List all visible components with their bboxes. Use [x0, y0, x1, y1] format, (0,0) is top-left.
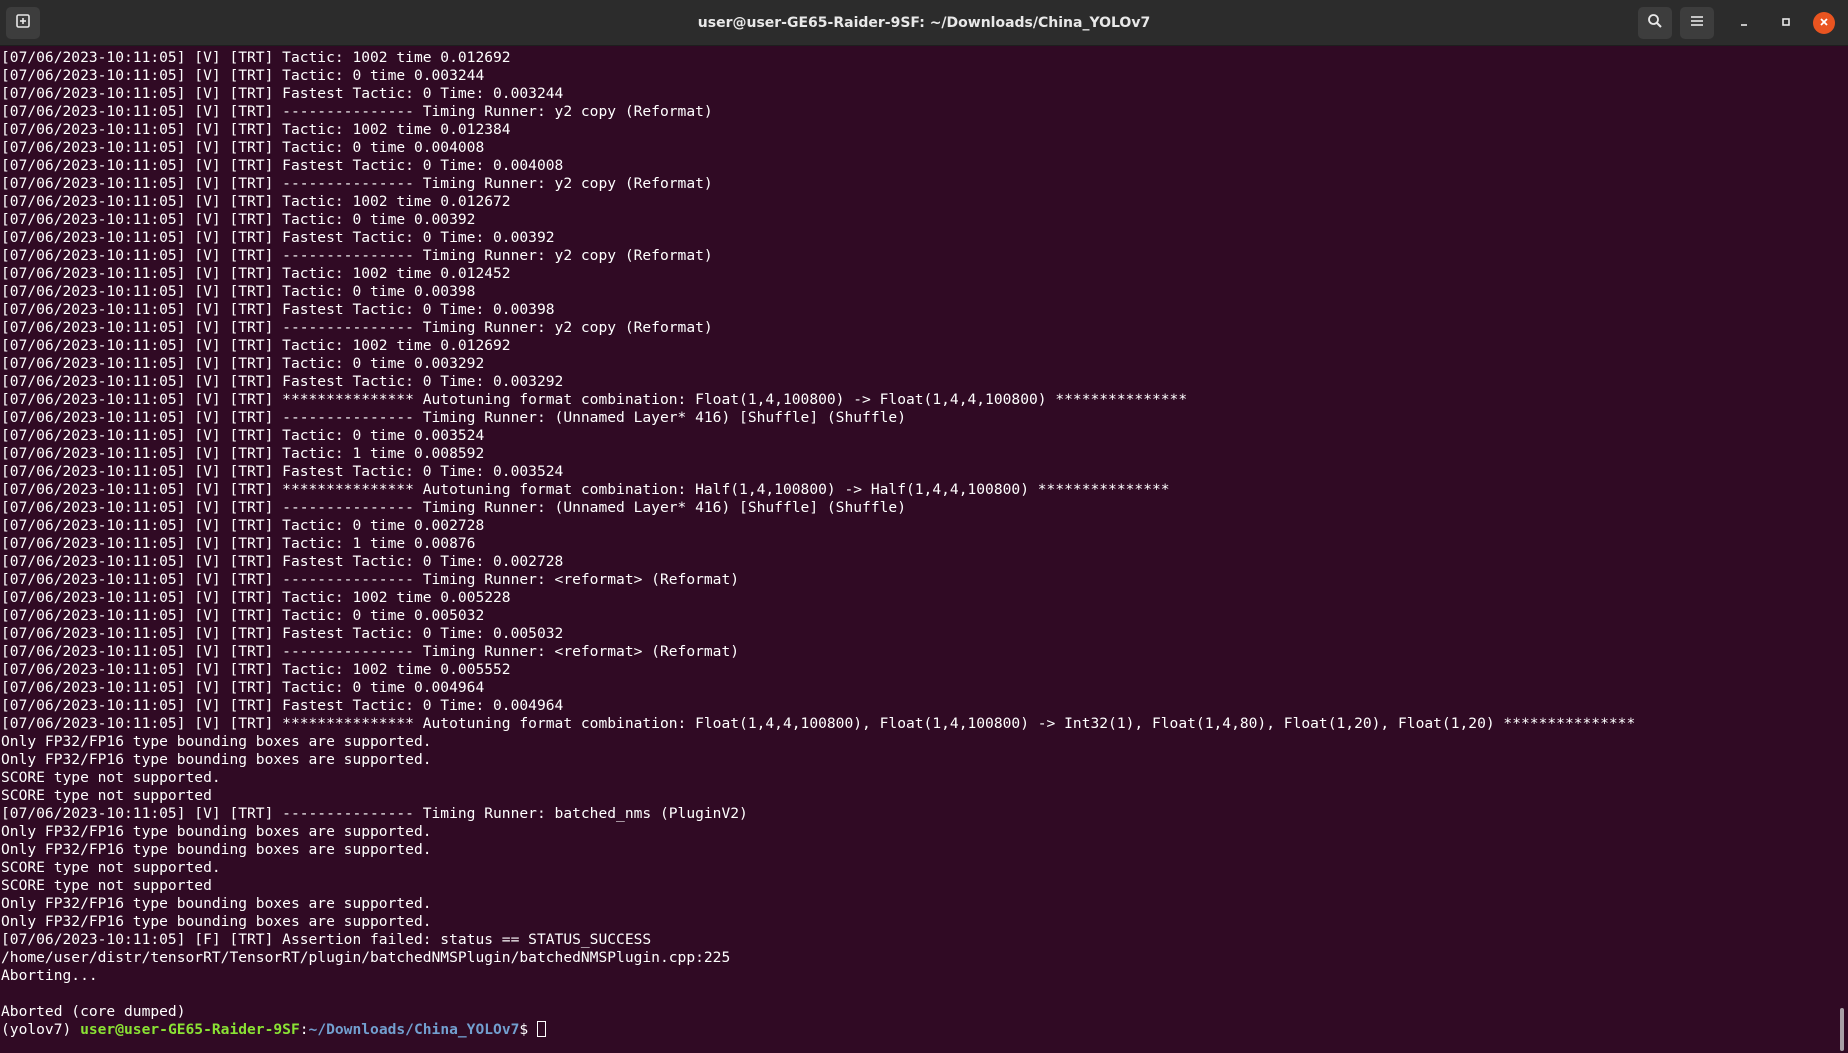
terminal-line: [07/06/2023-10:11:05] [V] [TRT] --------… — [1, 805, 748, 822]
terminal-line: [07/06/2023-10:11:05] [V] [TRT] Fastest … — [1, 229, 555, 246]
menu-button[interactable] — [1680, 7, 1714, 39]
terminal-line: [07/06/2023-10:11:05] [V] [TRT] ********… — [1, 481, 1170, 498]
terminal-line: [07/06/2023-10:11:05] [V] [TRT] Tactic: … — [1, 355, 485, 372]
terminal-line: [07/06/2023-10:11:05] [V] [TRT] Tactic: … — [1, 49, 511, 66]
terminal-line: [07/06/2023-10:11:05] [V] [TRT] Tactic: … — [1, 427, 485, 444]
terminal-line: Only FP32/FP16 type bounding boxes are s… — [1, 733, 432, 750]
prompt-user-host: user@user-GE65-Raider-9SF — [80, 1021, 300, 1038]
terminal-line: [07/06/2023-10:11:05] [V] [TRT] Tactic: … — [1, 337, 511, 354]
terminal-line: [07/06/2023-10:11:05] [V] [TRT] ********… — [1, 715, 1636, 732]
terminal-line: Only FP32/FP16 type bounding boxes are s… — [1, 823, 432, 840]
terminal-line: [07/06/2023-10:11:05] [V] [TRT] --------… — [1, 247, 713, 264]
terminal-line: [07/06/2023-10:11:05] [V] [TRT] Fastest … — [1, 157, 564, 174]
terminal-line: Aborted (core dumped) — [1, 1003, 186, 1020]
terminal-line: SCORE type not supported. — [1, 769, 221, 786]
terminal-line: [07/06/2023-10:11:05] [V] [TRT] Fastest … — [1, 625, 564, 642]
prompt-path: ~/Downloads/China_YOLOv7 — [308, 1021, 520, 1038]
terminal-line: [07/06/2023-10:11:05] [V] [TRT] --------… — [1, 571, 740, 588]
terminal-line: [07/06/2023-10:11:05] [V] [TRT] Tactic: … — [1, 517, 485, 534]
prompt-line[interactable]: (yolov7) user@user-GE65-Raider-9SF:~/Dow… — [0, 1021, 1836, 1039]
terminal-line: [07/06/2023-10:11:05] [V] [TRT] --------… — [1, 409, 906, 426]
terminal-window: user@user-GE65-Raider-9SF: ~/Downloads/C… — [0, 0, 1848, 1053]
terminal-line: [07/06/2023-10:11:05] [V] [TRT] Fastest … — [1, 85, 564, 102]
maximize-button[interactable] — [1772, 9, 1800, 37]
terminal-line: SCORE type not supported — [1, 877, 212, 894]
terminal-line: Only FP32/FP16 type bounding boxes are s… — [1, 841, 432, 858]
terminal-line: [07/06/2023-10:11:05] [V] [TRT] Tactic: … — [1, 265, 511, 282]
terminal-line: Only FP32/FP16 type bounding boxes are s… — [1, 913, 432, 930]
terminal-line: [07/06/2023-10:11:05] [V] [TRT] Fastest … — [1, 373, 564, 390]
scrollbar[interactable] — [1840, 1008, 1844, 1051]
terminal-line: [07/06/2023-10:11:05] [V] [TRT] Tactic: … — [1, 211, 476, 228]
minimize-button[interactable] — [1730, 9, 1758, 37]
terminal-line: [07/06/2023-10:11:05] [V] [TRT] Tactic: … — [1, 589, 511, 606]
title-bar[interactable]: user@user-GE65-Raider-9SF: ~/Downloads/C… — [0, 0, 1848, 46]
terminal-line: [07/06/2023-10:11:05] [V] [TRT] Tactic: … — [1, 679, 485, 696]
minimize-icon — [1739, 14, 1749, 32]
terminal-line: /home/user/distr/tensorRT/TensorRT/plugi… — [1, 949, 731, 966]
terminal-output: [07/06/2023-10:11:05] [V] [TRT] Tactic: … — [0, 46, 1836, 1021]
terminal-line: [07/06/2023-10:11:05] [V] [TRT] --------… — [1, 319, 713, 336]
prompt-symbol: $ — [519, 1021, 529, 1038]
close-icon — [1819, 14, 1829, 32]
text-cursor — [537, 1021, 547, 1037]
window-title: user@user-GE65-Raider-9SF: ~/Downloads/C… — [697, 15, 1151, 31]
terminal-line: [07/06/2023-10:11:05] [V] [TRT] Tactic: … — [1, 67, 485, 84]
terminal-line: [07/06/2023-10:11:05] [V] [TRT] --------… — [1, 499, 906, 516]
prompt-separator: : — [299, 1021, 309, 1038]
terminal-line: Aborting... — [1, 967, 98, 984]
terminal-line: SCORE type not supported. — [1, 859, 221, 876]
terminal-line: [07/06/2023-10:11:05] [V] [TRT] Tactic: … — [1, 139, 485, 156]
terminal-line: Only FP32/FP16 type bounding boxes are s… — [1, 895, 432, 912]
terminal-line: [07/06/2023-10:11:05] [V] [TRT] --------… — [1, 175, 713, 192]
terminal-line: SCORE type not supported — [1, 787, 212, 804]
terminal-output-area[interactable]: [07/06/2023-10:11:05] [V] [TRT] Tactic: … — [0, 46, 1836, 1053]
terminal-line: [07/06/2023-10:11:05] [V] [TRT] Tactic: … — [1, 283, 476, 300]
close-button[interactable] — [1810, 9, 1838, 37]
search-button[interactable] — [1638, 7, 1672, 39]
terminal-line: [07/06/2023-10:11:05] [V] [TRT] Fastest … — [1, 463, 564, 480]
terminal-line: [07/06/2023-10:11:05] [F] [TRT] Assertio… — [1, 931, 652, 948]
terminal-line: [07/06/2023-10:11:05] [V] [TRT] Fastest … — [1, 553, 564, 570]
terminal-line: [07/06/2023-10:11:05] [V] [TRT] Tactic: … — [1, 193, 511, 210]
terminal-line: [07/06/2023-10:11:05] [V] [TRT] --------… — [1, 103, 713, 120]
terminal-line: [07/06/2023-10:11:05] [V] [TRT] Tactic: … — [1, 121, 511, 138]
terminal-line: Only FP32/FP16 type bounding boxes are s… — [1, 751, 432, 768]
terminal-line: [07/06/2023-10:11:05] [V] [TRT] Tactic: … — [1, 535, 476, 552]
maximize-icon — [1781, 14, 1791, 32]
hamburger-menu-icon — [1690, 14, 1704, 33]
terminal-line: [07/06/2023-10:11:05] [V] [TRT] Tactic: … — [1, 445, 485, 462]
terminal-line: [07/06/2023-10:11:05] [V] [TRT] Tactic: … — [1, 661, 511, 678]
terminal-line: [07/06/2023-10:11:05] [V] [TRT] Fastest … — [1, 697, 564, 714]
terminal-line: [07/06/2023-10:11:05] [V] [TRT] ********… — [1, 391, 1188, 408]
search-icon — [1647, 13, 1663, 34]
terminal-line: [07/06/2023-10:11:05] [V] [TRT] Fastest … — [1, 301, 555, 318]
prompt-env: (yolov7) — [1, 1021, 81, 1038]
terminal-line: [07/06/2023-10:11:05] [V] [TRT] --------… — [1, 643, 740, 660]
terminal-line: [07/06/2023-10:11:05] [V] [TRT] Tactic: … — [1, 607, 485, 624]
